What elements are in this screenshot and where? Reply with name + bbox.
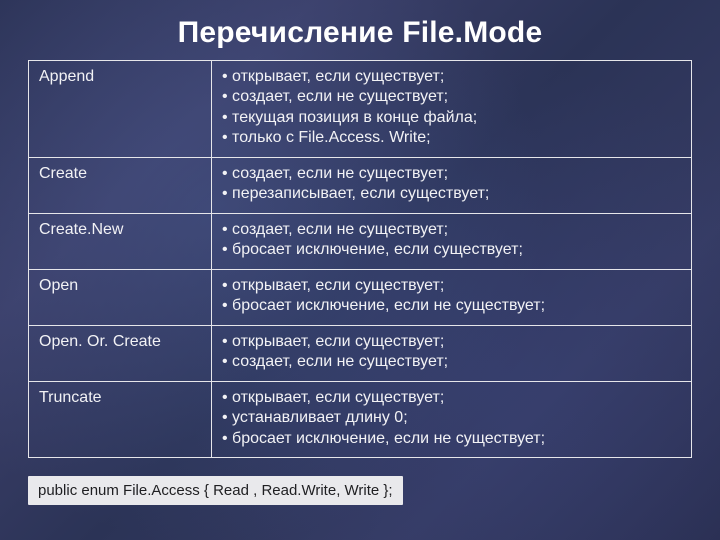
bullet: • создает, если не существует; [222,220,681,240]
bullet: • создает, если не существует; [222,164,681,184]
mode-name: Append [29,61,212,158]
bullet: • перезаписывает, если существует; [222,184,681,204]
mode-name: Truncate [29,381,212,457]
code-snippet: public enum File.Access { Read , Read.Wr… [28,476,403,505]
table-row: Append • открывает, если существует; • с… [29,61,692,158]
slide-title: Перечисление File.Mode [28,16,692,50]
mode-desc: • создает, если не существует; • перезап… [212,157,692,213]
bullet: • бросает исключение, если существует; [222,240,681,260]
table-row: Create.New • создает, если не существует… [29,213,692,269]
filemode-table: Append • открывает, если существует; • с… [28,60,692,458]
bullet: • бросает исключение, если не существует… [222,429,681,449]
mode-name: Create.New [29,213,212,269]
slide: Перечисление File.Mode Append • открывае… [0,0,720,540]
table-row: Create • создает, если не существует; • … [29,157,692,213]
bullet: • открывает, если существует; [222,276,681,296]
bullet: • открывает, если существует; [222,67,681,87]
bullet: • текущая позиция в конце файла; [222,108,681,128]
bullet: • создает, если не существует; [222,352,681,372]
bullet: • открывает, если существует; [222,388,681,408]
table-row: Open. Or. Create • открывает, если сущес… [29,325,692,381]
bullet: • открывает, если существует; [222,332,681,352]
mode-desc: • открывает, если существует; • создает,… [212,61,692,158]
table-row: Open • открывает, если существует; • бро… [29,269,692,325]
bullet: • бросает исключение, если не существует… [222,296,681,316]
bullet: • устанавливает длину 0; [222,408,681,428]
bullet: • только с File.Access. Write; [222,128,681,148]
mode-desc: • открывает, если существует; • бросает … [212,269,692,325]
mode-name: Open [29,269,212,325]
mode-name: Open. Or. Create [29,325,212,381]
table-row: Truncate • открывает, если существует; •… [29,381,692,457]
mode-desc: • открывает, если существует; • устанавл… [212,381,692,457]
mode-desc: • создает, если не существует; • бросает… [212,213,692,269]
mode-name: Create [29,157,212,213]
mode-desc: • открывает, если существует; • создает,… [212,325,692,381]
bullet: • создает, если не существует; [222,87,681,107]
